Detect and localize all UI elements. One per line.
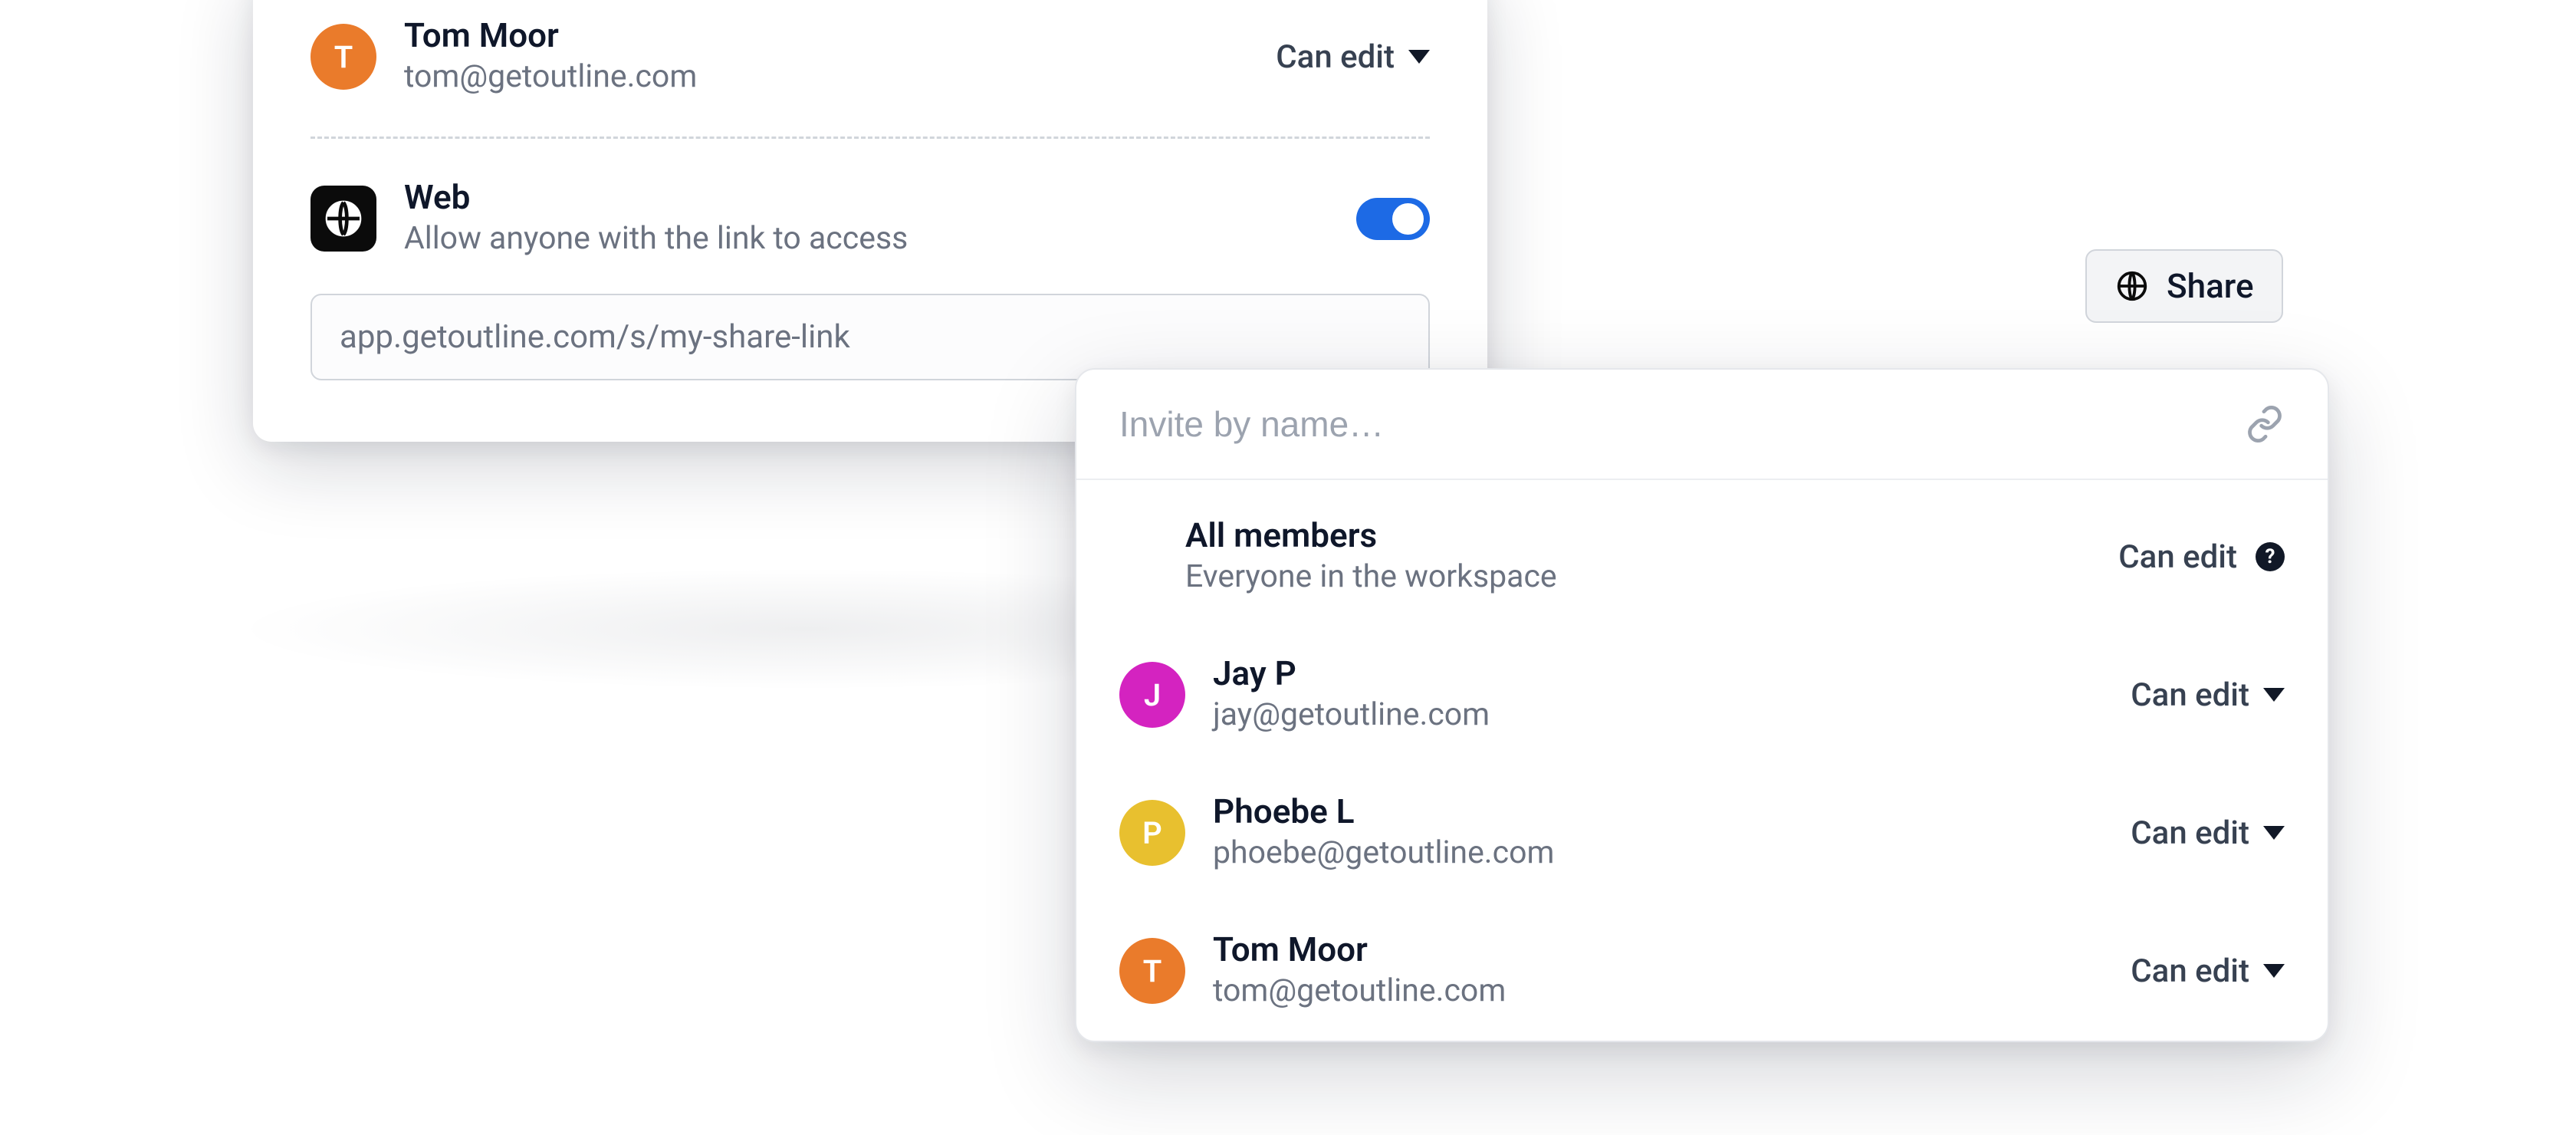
help-icon[interactable]: ? [2256,542,2285,571]
permission-label: Can edit [2118,538,2237,576]
members-list: All members Everyone in the workspace Ca… [1076,480,2328,1041]
member-texts: Tom Moor tom@getoutline.com [404,15,1248,98]
web-title: Web [404,177,1329,218]
avatar: J [1119,662,1185,728]
avatar: T [1119,938,1185,1004]
member-email: phoebe@getoutline.com [1213,832,2103,874]
member-texts: All members Everyone in the workspace [1185,515,2091,598]
member-texts: Phoebe L phoebe@getoutline.com [1213,791,2103,874]
globe-icon [310,186,376,252]
chevron-down-icon [2263,826,2285,840]
member-row[interactable]: P Phoebe L phoebe@getoutline.com Can edi… [1119,764,2285,902]
invite-search-input[interactable] [1119,403,2226,445]
permission-dropdown[interactable]: Can edit [1276,38,1430,76]
invite-popover: All members Everyone in the workspace Ca… [1075,368,2329,1042]
member-email: jay@getoutline.com [1213,694,2103,736]
member-email: tom@getoutline.com [404,56,1248,98]
divider [310,137,1430,139]
invite-search-row [1076,370,2328,480]
permission-label: Can edit [1276,38,1395,76]
member-name: Phoebe L [1213,791,2103,832]
chevron-down-icon [2263,964,2285,978]
avatar: P [1119,800,1185,866]
link-icon[interactable] [2245,404,2285,444]
permission-dropdown[interactable]: Can edit [2131,814,2285,852]
member-row-all[interactable]: All members Everyone in the workspace Ca… [1119,515,2285,626]
member-texts: Jay P jay@getoutline.com [1213,653,2103,736]
member-name: Jay P [1213,653,2103,694]
share-button-label: Share [2167,266,2254,306]
web-texts: Web Allow anyone with the link to access [404,177,1329,260]
members-icon [1119,536,1158,577]
avatar: T [310,24,376,90]
member-texts: Tom Moor tom@getoutline.com [1213,929,2103,1012]
permission-dropdown[interactable]: Can edit [2131,952,2285,990]
member-row[interactable]: T Tom Moor tom@getoutline.com Can edit [1119,902,2285,1040]
permission-label: Can edit [2131,676,2249,714]
chevron-down-icon [1408,50,1430,64]
share-button[interactable]: Share [2085,249,2283,323]
permission-dropdown[interactable]: Can edit [2131,676,2285,714]
member-email: tom@getoutline.com [1213,970,2103,1012]
permission-display[interactable]: Can edit ? [2118,538,2285,576]
permission-label: Can edit [2131,952,2249,990]
web-subtitle: Allow anyone with the link to access [404,218,1329,260]
toggle-knob [1392,203,1424,235]
web-share-row: Web Allow anyone with the link to access [310,177,1430,260]
member-sub: Everyone in the workspace [1185,556,2091,598]
member-row[interactable]: J Jay P jay@getoutline.com Can edit [1119,626,2285,764]
member-name: Tom Moor [1213,929,2103,970]
share-member-row: T Tom Moor tom@getoutline.com Can edit [310,15,1430,98]
web-share-toggle[interactable] [1356,198,1430,240]
member-name: All members [1185,515,2091,556]
member-name: Tom Moor [404,15,1248,56]
globe-icon [2114,268,2150,304]
permission-label: Can edit [2131,814,2249,852]
chevron-down-icon [2263,688,2285,702]
